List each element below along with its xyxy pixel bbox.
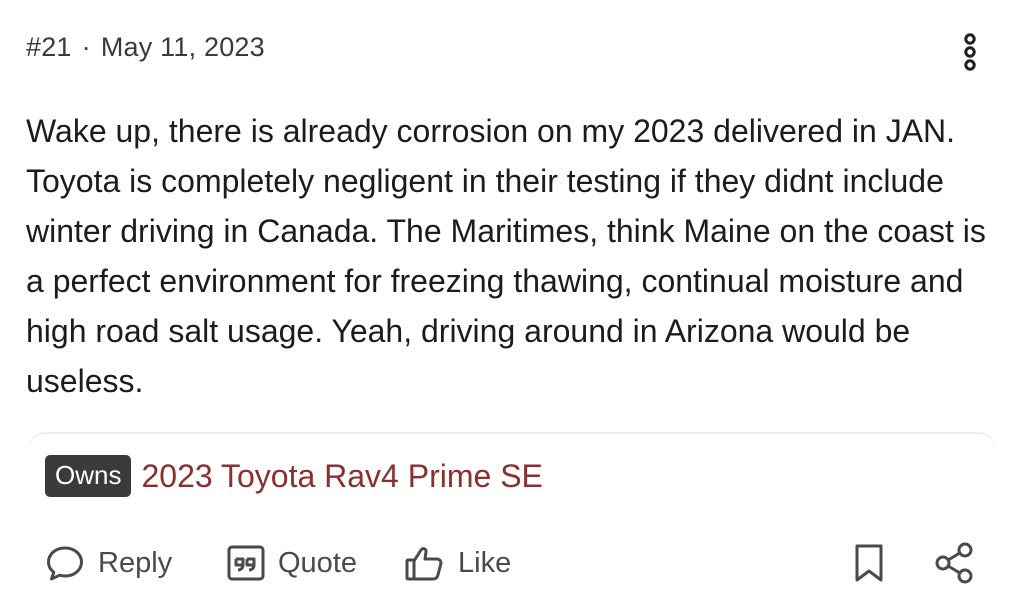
thumbs-up-icon [404, 542, 446, 584]
share-button[interactable] [933, 535, 977, 591]
owner-card-divider [28, 432, 996, 452]
post-meta: #21 · May 11, 2023 [26, 32, 265, 63]
quote-label: Quote [278, 546, 357, 579]
like-button[interactable]: Like [404, 535, 511, 591]
vehicle-link[interactable]: 2023 Toyota Rav4 Prime SE [141, 458, 542, 495]
like-label: Like [458, 546, 512, 579]
share-icon [933, 541, 977, 585]
bookmark-icon [852, 542, 886, 584]
quote-button[interactable]: Quote [226, 535, 357, 591]
post-date[interactable]: May 11, 2023 [101, 32, 265, 62]
quote-icon [226, 543, 266, 583]
post-body: Wake up, there is already corrosion on m… [26, 113, 986, 399]
forum-post: #21 · May 11, 2023 Wake up, there is alrea… [0, 0, 1024, 598]
reply-button[interactable]: Reply [44, 535, 172, 591]
bookmark-button[interactable] [852, 535, 886, 591]
ownership-row: Owns 2023 Toyota Rav4 Prime SE [45, 454, 543, 498]
reply-label: Reply [98, 546, 173, 579]
meta-separator: · [81, 32, 91, 62]
post-actions: Reply Quote Like [0, 535, 1024, 591]
owns-badge: Owns [45, 455, 132, 497]
post-number[interactable]: #21 [26, 32, 72, 62]
more-vertical-icon[interactable] [956, 33, 984, 71]
comment-icon [44, 542, 86, 584]
